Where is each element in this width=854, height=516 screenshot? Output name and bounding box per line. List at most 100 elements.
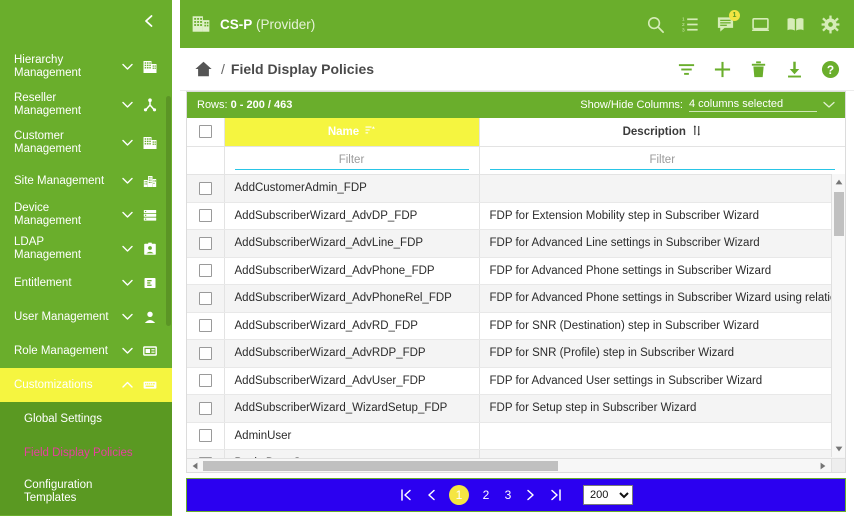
row-name-text: AddCustomerAdmin_FDP [234,182,367,194]
scroll-down-arrow-icon[interactable] [832,441,845,457]
table-row[interactable]: AddSubscriberWizard_AdvRD_FDP FDP for SN… [187,312,845,340]
sidebar-item-ldap-management[interactable]: LDAP Management [0,232,172,266]
table-row[interactable]: AddSubscriberWizard_AdvPhone_FDP FDP for… [187,257,845,285]
show-hide-columns-value[interactable]: 4 columns selected [689,98,817,112]
scroll-right-arrow-icon[interactable] [815,459,831,472]
search-icon[interactable] [646,15,665,34]
sidebar-item-label: User Management [14,310,109,323]
sidebar-subitem-field-display-policies[interactable]: Field Display Policies [0,436,172,470]
table-row[interactable]: AddCustomerAdmin_FDP [187,174,845,203]
column-filter-row [187,146,845,175]
book-icon[interactable] [786,15,805,34]
row-checkbox[interactable] [198,374,212,388]
row-checkbox[interactable] [198,181,212,195]
breadcrumb-toolbar: / Field Display Policies ? [180,48,854,91]
table-row[interactable]: Basic Data S [187,449,845,458]
gear-icon[interactable] [821,15,840,34]
row-select-cell [187,284,225,313]
column-header-name[interactable]: Name [224,118,480,147]
page-button-1[interactable]: 1 [449,485,469,505]
row-name-text: AddSubscriberWizard_AdvDP_FDP [234,209,418,222]
sidebar-item-site-management[interactable]: Site Management [0,164,172,198]
sidebar-item-customer-management[interactable]: Customer Management [0,122,172,164]
sidebar-item-device-management[interactable]: Device Management [0,198,172,232]
name-filter-input[interactable] [234,152,469,170]
sort-both-icon[interactable] [692,124,702,139]
row-checkbox[interactable] [198,264,212,278]
select-all-checkbox[interactable] [198,125,212,139]
row-select-cell [187,174,225,203]
show-hide-columns-control[interactable]: Show/Hide Columns: 4 columns selected [580,98,835,112]
monitor-icon[interactable] [751,15,770,34]
add-icon[interactable] [713,60,732,79]
svg-text:2: 2 [682,22,685,28]
row-description-cell: FDP for Advanced Line settings in Subscr… [479,229,845,258]
chevron-down-icon[interactable] [823,101,835,109]
row-select-cell [187,367,225,395]
sidebar-item-label: Customer Management [14,130,82,155]
rows-total: 463 [274,99,293,111]
table-row[interactable]: AddSubscriberWizard_WizardSetup_FDP FDP … [187,394,845,423]
hierarchy-title[interactable]: CS-P (Provider) [220,17,315,32]
sidebar-subitem-configuration-templates[interactable]: Configuration Templates [0,470,172,515]
table-row[interactable]: AddSubscriberWizard_AdvDP_FDP FDP for Ex… [187,202,845,230]
sidebar-submenu-customizations: Global Settings Field Display Policies C… [0,402,172,515]
row-checkbox[interactable] [198,346,212,360]
grid-horizontal-scrollbar[interactable] [187,458,845,472]
description-filter-input[interactable] [489,152,835,170]
grid-vertical-scrollbar-thumb[interactable] [834,192,844,236]
page-button-3[interactable]: 3 [503,488,513,502]
last-page-icon[interactable] [549,488,563,502]
filter-spacer-cell [187,146,225,175]
scroll-up-arrow-icon[interactable] [832,174,845,190]
help-icon[interactable]: ? [821,60,840,79]
row-checkbox[interactable] [198,319,212,333]
sidebar-collapse-icon[interactable] [142,14,156,28]
row-checkbox[interactable] [198,291,212,305]
building-grid-icon [142,136,158,150]
sidebar-item-user-management[interactable]: User Management [0,300,172,334]
column-header-description[interactable]: Description [479,118,845,147]
sidebar-scrollbar[interactable] [166,46,172,516]
row-select-cell [187,257,225,285]
table-row[interactable]: AddSubscriberWizard_AdvPhoneRel_FDP FDP … [187,284,845,313]
table-row[interactable]: AddSubscriberWizard_AdvRDP_FDP FDP for S… [187,339,845,368]
data-grid-container: Rows: 0 - 200 / 463 Show/Hide Columns: 4… [186,91,846,473]
row-name-text: AddSubscriberWizard_AdvRD_FDP [234,319,418,332]
messages-icon[interactable]: 1 [716,9,740,34]
row-checkbox[interactable] [198,401,212,415]
data-grid-rows: AddCustomerAdmin_FDP AddSubscriberWizard… [187,174,845,458]
scroll-left-arrow-icon[interactable] [187,459,203,472]
sidebar-item-entitlement[interactable]: Entitlement [0,266,172,300]
sort-asc-icon[interactable] [365,125,376,138]
svg-text:1: 1 [682,16,685,22]
row-checkbox[interactable] [198,209,212,223]
row-description-cell: FDP for SNR (Profile) step in Subscriber… [479,339,845,368]
row-checkbox[interactable] [198,429,212,443]
row-checkbox[interactable] [198,236,212,250]
prev-page-icon[interactable] [425,488,437,502]
page-button-2[interactable]: 2 [481,488,491,502]
home-icon[interactable] [194,60,213,78]
sidebar-subitem-label: Global Settings [24,413,102,425]
next-page-icon[interactable] [525,488,537,502]
sidebar-subitem-global-settings[interactable]: Global Settings [0,402,172,436]
sidebar-item-role-management[interactable]: Role Management [0,334,172,368]
table-row[interactable]: AdminUser [187,422,845,450]
table-row[interactable]: AddSubscriberWizard_AdvUser_FDP FDP for … [187,367,845,395]
grid-horizontal-scrollbar-thumb[interactable] [203,461,558,471]
sidebar-item-reseller-management[interactable]: Reseller Management [0,88,172,122]
grid-vertical-scrollbar[interactable] [831,174,845,457]
sidebar-item-label: Hierarchy Management [14,54,82,79]
filter-icon[interactable] [677,60,696,79]
delete-icon[interactable] [749,60,768,79]
page-size-select[interactable]: 200 [583,485,633,505]
sidebar-scrollbar-thumb[interactable] [166,96,171,326]
sidebar-item-hierarchy-management[interactable]: Hierarchy Management [0,46,172,88]
sidebar-item-customizations[interactable]: Customizations [0,368,172,402]
export-icon[interactable] [785,60,804,79]
table-row[interactable]: AddSubscriberWizard_AdvLine_FDP FDP for … [187,229,845,258]
first-page-icon[interactable] [399,488,413,502]
transactions-list-icon[interactable]: 123 [681,15,700,34]
row-select-cell [187,394,225,423]
